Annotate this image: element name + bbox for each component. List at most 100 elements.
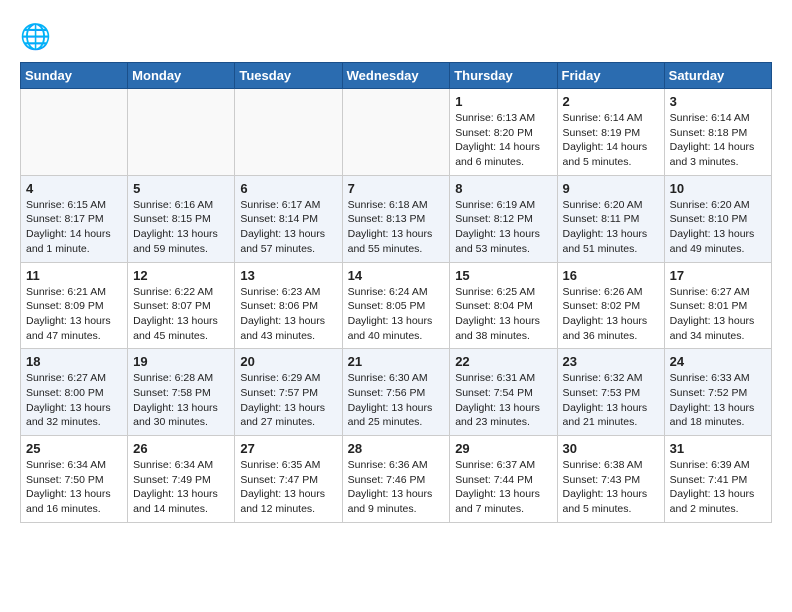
day-number: 27 (240, 441, 336, 456)
calendar-day-cell: 24 Sunrise: 6:33 AM Sunset: 7:52 PM Dayli… (664, 349, 771, 436)
day-info: Sunrise: 6:14 AM Sunset: 8:18 PM Dayligh… (670, 111, 766, 170)
day-info: Sunrise: 6:18 AM Sunset: 8:13 PM Dayligh… (348, 198, 445, 257)
day-number: 16 (563, 268, 659, 283)
calendar-day-cell: 31 Sunrise: 6:39 AM Sunset: 7:41 PM Dayli… (664, 436, 771, 523)
day-number: 22 (455, 354, 551, 369)
calendar-day-cell: 20 Sunrise: 6:29 AM Sunset: 7:57 PM Dayli… (235, 349, 342, 436)
day-number: 26 (133, 441, 229, 456)
day-info: Sunrise: 6:34 AM Sunset: 7:49 PM Dayligh… (133, 458, 229, 517)
calendar-day-cell: 3 Sunrise: 6:14 AM Sunset: 8:18 PM Daylig… (664, 89, 771, 176)
calendar-header-cell: Monday (128, 63, 235, 89)
calendar-week-row: 4 Sunrise: 6:15 AM Sunset: 8:17 PM Daylig… (21, 175, 772, 262)
calendar-table: SundayMondayTuesdayWednesdayThursdayFrid… (20, 62, 772, 523)
day-number: 11 (26, 268, 122, 283)
day-info: Sunrise: 6:25 AM Sunset: 8:04 PM Dayligh… (455, 285, 551, 344)
calendar-day-cell: 22 Sunrise: 6:31 AM Sunset: 7:54 PM Dayli… (450, 349, 557, 436)
header-row: SundayMondayTuesdayWednesdayThursdayFrid… (21, 63, 772, 89)
day-info: Sunrise: 6:37 AM Sunset: 7:44 PM Dayligh… (455, 458, 551, 517)
day-number: 31 (670, 441, 766, 456)
calendar-day-cell: 27 Sunrise: 6:35 AM Sunset: 7:47 PM Dayli… (235, 436, 342, 523)
calendar-day-cell: 23 Sunrise: 6:32 AM Sunset: 7:53 PM Dayli… (557, 349, 664, 436)
day-info: Sunrise: 6:24 AM Sunset: 8:05 PM Dayligh… (348, 285, 445, 344)
calendar-day-cell (342, 89, 450, 176)
calendar-day-cell: 25 Sunrise: 6:34 AM Sunset: 7:50 PM Dayli… (21, 436, 128, 523)
day-info: Sunrise: 6:23 AM Sunset: 8:06 PM Dayligh… (240, 285, 336, 344)
calendar-day-cell: 29 Sunrise: 6:37 AM Sunset: 7:44 PM Dayli… (450, 436, 557, 523)
day-number: 19 (133, 354, 229, 369)
calendar-day-cell: 2Sunrise: 6:14 AM Sunset: 8:19 PM Daylig… (557, 89, 664, 176)
day-info: Sunrise: 6:21 AM Sunset: 8:09 PM Dayligh… (26, 285, 122, 344)
day-number: 4 (26, 181, 122, 196)
day-number: 8 (455, 181, 551, 196)
calendar-day-cell: 14 Sunrise: 6:24 AM Sunset: 8:05 PM Dayli… (342, 262, 450, 349)
day-number: 29 (455, 441, 551, 456)
calendar-day-cell: 30 Sunrise: 6:38 AM Sunset: 7:43 PM Dayli… (557, 436, 664, 523)
day-number: 1 (455, 94, 551, 109)
calendar-header-cell: Friday (557, 63, 664, 89)
day-info: Sunrise: 6:27 AM Sunset: 8:01 PM Dayligh… (670, 285, 766, 344)
calendar-week-row: 1 Sunrise: 6:13 AM Sunset: 8:20 PM Daylig… (21, 89, 772, 176)
calendar-day-cell: 18 Sunrise: 6:27 AM Sunset: 8:00 PM Dayli… (21, 349, 128, 436)
day-number: 13 (240, 268, 336, 283)
calendar-body: 1 Sunrise: 6:13 AM Sunset: 8:20 PM Daylig… (21, 89, 772, 523)
day-number: 18 (26, 354, 122, 369)
day-number: 23 (563, 354, 659, 369)
calendar-day-cell (235, 89, 342, 176)
day-info: Sunrise: 6:13 AM Sunset: 8:20 PM Dayligh… (455, 111, 551, 170)
day-number: 28 (348, 441, 445, 456)
calendar-day-cell: 26 Sunrise: 6:34 AM Sunset: 7:49 PM Dayli… (128, 436, 235, 523)
calendar-week-row: 18 Sunrise: 6:27 AM Sunset: 8:00 PM Dayli… (21, 349, 772, 436)
day-info: Sunrise: 6:20 AM Sunset: 8:10 PM Dayligh… (670, 198, 766, 257)
calendar-day-cell: 19Sunrise: 6:28 AM Sunset: 7:58 PM Dayli… (128, 349, 235, 436)
day-info: Sunrise: 6:39 AM Sunset: 7:41 PM Dayligh… (670, 458, 766, 517)
day-info: Sunrise: 6:34 AM Sunset: 7:50 PM Dayligh… (26, 458, 122, 517)
logo-icon: 🌐 (20, 20, 52, 52)
calendar-day-cell: 11 Sunrise: 6:21 AM Sunset: 8:09 PM Dayli… (21, 262, 128, 349)
day-number: 9 (563, 181, 659, 196)
day-number: 12 (133, 268, 229, 283)
calendar-day-cell: 1 Sunrise: 6:13 AM Sunset: 8:20 PM Daylig… (450, 89, 557, 176)
calendar-day-cell: 28 Sunrise: 6:36 AM Sunset: 7:46 PM Dayli… (342, 436, 450, 523)
calendar-week-row: 25 Sunrise: 6:34 AM Sunset: 7:50 PM Dayli… (21, 436, 772, 523)
day-number: 2 (563, 94, 659, 109)
day-info: Sunrise: 6:27 AM Sunset: 8:00 PM Dayligh… (26, 371, 122, 430)
calendar-day-cell: 10 Sunrise: 6:20 AM Sunset: 8:10 PM Dayli… (664, 175, 771, 262)
day-info: Sunrise: 6:26 AM Sunset: 8:02 PM Dayligh… (563, 285, 659, 344)
day-info: Sunrise: 6:20 AM Sunset: 8:11 PM Dayligh… (563, 198, 659, 257)
day-number: 20 (240, 354, 336, 369)
calendar-day-cell: 6Sunrise: 6:17 AM Sunset: 8:14 PM Daylig… (235, 175, 342, 262)
day-info: Sunrise: 6:16 AM Sunset: 8:15 PM Dayligh… (133, 198, 229, 257)
day-info: Sunrise: 6:30 AM Sunset: 7:56 PM Dayligh… (348, 371, 445, 430)
calendar-header-cell: Tuesday (235, 63, 342, 89)
calendar-header-cell: Wednesday (342, 63, 450, 89)
day-info: Sunrise: 6:29 AM Sunset: 7:57 PM Dayligh… (240, 371, 336, 430)
day-info: Sunrise: 6:33 AM Sunset: 7:52 PM Dayligh… (670, 371, 766, 430)
day-number: 6 (240, 181, 336, 196)
calendar-day-cell: 12 Sunrise: 6:22 AM Sunset: 8:07 PM Dayli… (128, 262, 235, 349)
calendar-day-cell: 16 Sunrise: 6:26 AM Sunset: 8:02 PM Dayli… (557, 262, 664, 349)
day-info: Sunrise: 6:32 AM Sunset: 7:53 PM Dayligh… (563, 371, 659, 430)
calendar-day-cell: 17Sunrise: 6:27 AM Sunset: 8:01 PM Dayli… (664, 262, 771, 349)
day-number: 30 (563, 441, 659, 456)
day-info: Sunrise: 6:38 AM Sunset: 7:43 PM Dayligh… (563, 458, 659, 517)
day-info: Sunrise: 6:35 AM Sunset: 7:47 PM Dayligh… (240, 458, 336, 517)
day-number: 14 (348, 268, 445, 283)
day-number: 15 (455, 268, 551, 283)
svg-text:🌐: 🌐 (20, 22, 51, 51)
day-number: 24 (670, 354, 766, 369)
page-header: 🌐 (20, 16, 772, 52)
calendar-day-cell: 4 Sunrise: 6:15 AM Sunset: 8:17 PM Daylig… (21, 175, 128, 262)
calendar-day-cell: 21Sunrise: 6:30 AM Sunset: 7:56 PM Dayli… (342, 349, 450, 436)
calendar-header-cell: Thursday (450, 63, 557, 89)
day-info: Sunrise: 6:36 AM Sunset: 7:46 PM Dayligh… (348, 458, 445, 517)
day-number: 10 (670, 181, 766, 196)
day-number: 25 (26, 441, 122, 456)
calendar-header: SundayMondayTuesdayWednesdayThursdayFrid… (21, 63, 772, 89)
calendar-header-cell: Saturday (664, 63, 771, 89)
day-info: Sunrise: 6:15 AM Sunset: 8:17 PM Dayligh… (26, 198, 122, 257)
day-info: Sunrise: 6:22 AM Sunset: 8:07 PM Dayligh… (133, 285, 229, 344)
calendar-day-cell: 5Sunrise: 6:16 AM Sunset: 8:15 PM Daylig… (128, 175, 235, 262)
calendar-header-cell: Sunday (21, 63, 128, 89)
day-info: Sunrise: 6:31 AM Sunset: 7:54 PM Dayligh… (455, 371, 551, 430)
day-number: 3 (670, 94, 766, 109)
